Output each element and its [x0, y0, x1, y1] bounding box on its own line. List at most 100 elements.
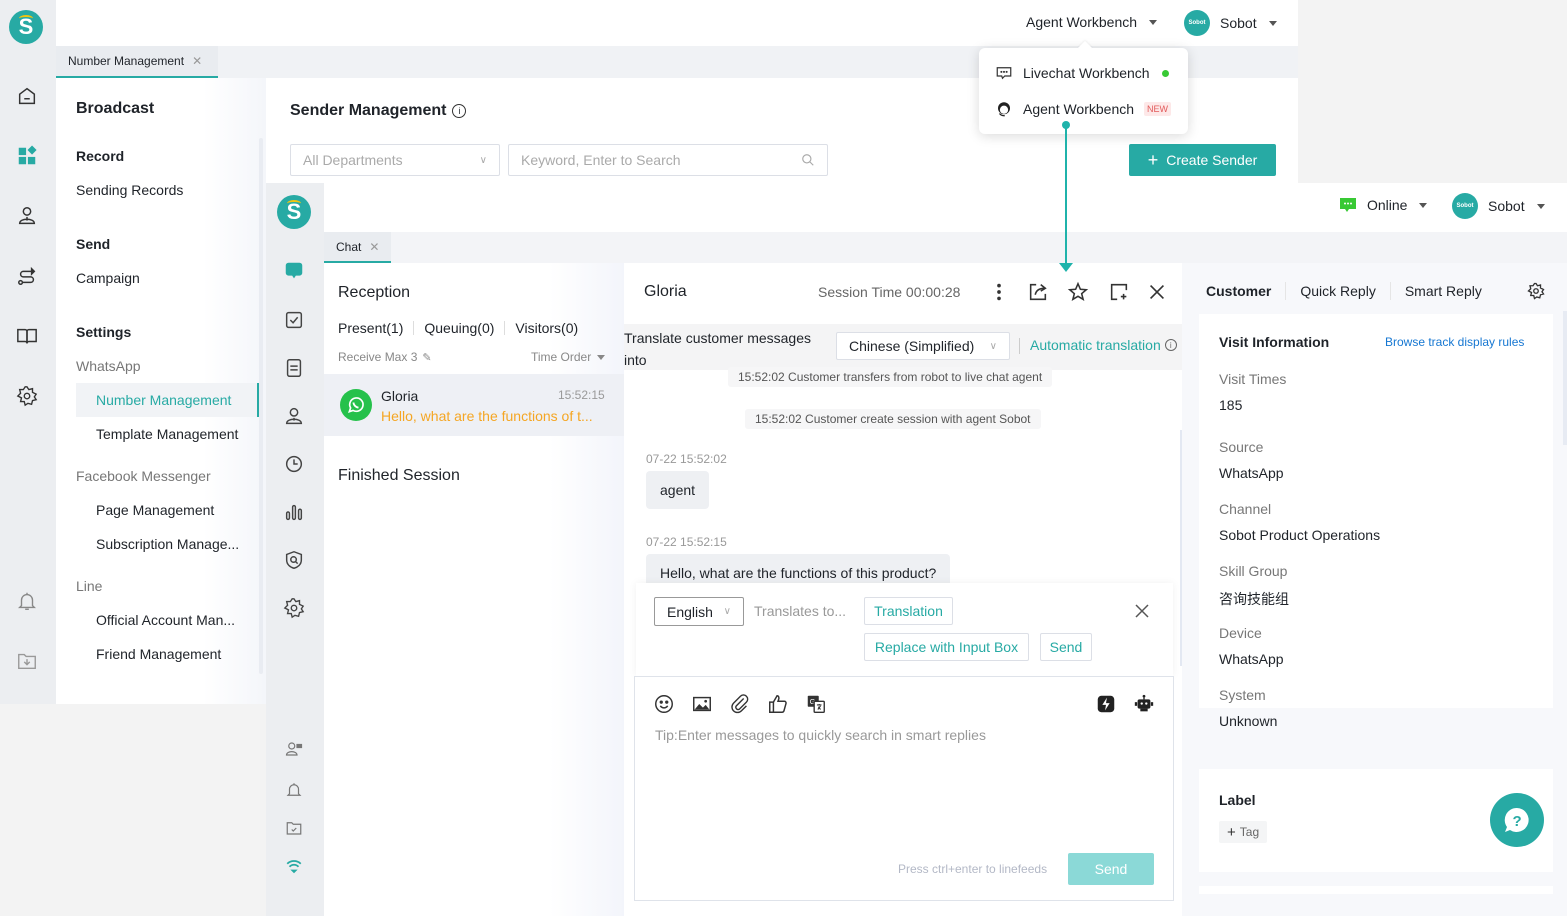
automatic-translation-toggle[interactable]: Automatic translation i	[1030, 337, 1177, 353]
folder-check-icon[interactable]	[285, 819, 303, 837]
send-button[interactable]: Send	[1068, 853, 1154, 885]
translate-target-value: Chinese (Simplified)	[849, 338, 975, 354]
tab-number-management[interactable]: Number Management ✕	[56, 46, 218, 78]
star-icon[interactable]	[1067, 281, 1089, 303]
tab-queuing[interactable]: Queuing(0)	[424, 320, 494, 336]
session-customer-name: Gloria	[381, 388, 419, 404]
bell-icon[interactable]	[16, 590, 38, 612]
sidebar-title: Broadcast	[76, 100, 155, 117]
divider	[504, 321, 506, 335]
tab-customer[interactable]: Customer	[1206, 283, 1271, 299]
stats-bar-icon[interactable]	[283, 501, 305, 523]
bell-icon[interactable]	[285, 781, 303, 799]
sidebar-scrollbar[interactable]	[259, 138, 263, 674]
session-time: 15:52:15	[558, 388, 605, 402]
reception-tabs: Present(1) Queuing(0) Visitors(0)	[338, 320, 578, 336]
sidebar-item-official-account[interactable]: Official Account Man...	[76, 603, 260, 637]
translation-send-button[interactable]: Send	[1040, 633, 1092, 661]
close-icon[interactable]: ✕	[369, 240, 379, 254]
composer-input[interactable]: Tip:Enter messages to quickly search in …	[655, 727, 986, 743]
attachment-paperclip-icon[interactable]	[729, 693, 751, 715]
user-menu[interactable]: Sobot Sobot	[1452, 193, 1545, 219]
time-order-dropdown[interactable]: Time Order	[531, 350, 606, 364]
search-input[interactable]: Keyword, Enter to Search	[508, 144, 828, 176]
help-chat-button[interactable]: ?	[1490, 793, 1544, 847]
replace-input-box-button[interactable]: Replace with Input Box	[864, 633, 1029, 661]
tab-present[interactable]: Present(1)	[338, 320, 403, 336]
network-wifi-icon[interactable]	[285, 857, 303, 875]
app-logo[interactable]: S	[277, 195, 311, 229]
book-icon[interactable]	[16, 325, 38, 347]
settings-icon[interactable]	[283, 597, 305, 619]
info-icon[interactable]: i	[452, 104, 467, 118]
sidebar-group-whatsapp: WhatsApp	[76, 358, 141, 374]
quality-shield-icon[interactable]	[283, 549, 305, 571]
history-clock-icon[interactable]	[283, 453, 305, 475]
browse-track-rules-link[interactable]: Browse track display rules	[1385, 335, 1524, 349]
chat-icon[interactable]	[283, 260, 305, 282]
field-value: WhatsApp	[1219, 651, 1284, 667]
apps-icon[interactable]	[16, 145, 38, 167]
customer-icon[interactable]	[283, 405, 305, 427]
agent-status-icon[interactable]	[285, 740, 303, 758]
sidebar-item-sending-records[interactable]: Sending Records	[76, 182, 183, 198]
emoji-icon[interactable]	[653, 693, 675, 715]
side-panel-scrollbar[interactable]	[1563, 311, 1567, 445]
close-icon[interactable]	[1146, 281, 1168, 303]
contacts-icon[interactable]	[16, 205, 38, 227]
home-icon[interactable]	[16, 85, 38, 107]
quick-reply-lightning-icon[interactable]	[1095, 693, 1117, 715]
chevron-down-icon: ∨	[989, 340, 997, 352]
tab-quick-reply[interactable]: Quick Reply	[1300, 283, 1375, 299]
chevron-down-icon: ∨	[723, 606, 731, 617]
receive-max-setting[interactable]: Receive Max 3 ✎	[338, 350, 432, 364]
menu-item-agent-workbench[interactable]: Agent Workbench NEW	[995, 100, 1172, 118]
task-check-icon[interactable]	[283, 309, 305, 331]
chat-customer-name: Gloria	[644, 283, 687, 300]
sidebar-item-template-management[interactable]: Template Management	[76, 417, 260, 451]
sidebar-item-campaign[interactable]: Campaign	[76, 270, 140, 286]
finished-session-title[interactable]: Finished Session	[338, 467, 460, 485]
translate-target-select[interactable]: Chinese (Simplified) ∨	[836, 332, 1010, 360]
download-folder-icon[interactable]	[16, 650, 38, 672]
close-icon[interactable]	[1134, 603, 1150, 619]
source-language-select[interactable]: English ∨	[654, 597, 744, 626]
image-icon[interactable]	[691, 693, 713, 715]
sidebar-item-friend-management[interactable]: Friend Management	[76, 637, 260, 671]
tab-chat[interactable]: Chat ✕	[324, 232, 391, 263]
help-question-icon: ?	[1504, 807, 1529, 832]
translate-icon[interactable]: G	[805, 693, 827, 715]
menu-item-livechat-workbench[interactable]: Livechat Workbench	[995, 64, 1169, 82]
user-menu[interactable]: Sobot Sobot	[1184, 10, 1277, 36]
app-logo[interactable]: S	[9, 10, 43, 44]
transfer-share-icon[interactable]	[1027, 281, 1049, 303]
field-label: Source	[1219, 439, 1264, 455]
add-ticket-icon[interactable]	[1108, 281, 1130, 303]
department-select[interactable]: All Departments ∨	[290, 144, 500, 176]
thumbs-up-evaluation-icon[interactable]	[767, 693, 789, 715]
settings-icon[interactable]	[16, 385, 38, 407]
more-vertical-icon[interactable]	[988, 281, 1010, 303]
add-tag-button[interactable]: + Tag	[1219, 821, 1268, 843]
workspace-switcher[interactable]: Agent Workbench	[1026, 14, 1158, 30]
caret-down-icon	[1536, 203, 1545, 209]
tab-smart-reply[interactable]: Smart Reply	[1405, 283, 1482, 299]
sidebar-item-subscription-management[interactable]: Subscription Manage...	[76, 527, 260, 561]
sidebar-item-page-management[interactable]: Page Management	[76, 493, 260, 527]
route-icon[interactable]	[16, 265, 38, 287]
translation-panel: English ∨ Translates to... Translation R…	[636, 583, 1173, 676]
create-sender-button[interactable]: + Create Sender	[1129, 144, 1276, 176]
session-list-item[interactable]: Gloria 15:52:15 Hello, what are the func…	[324, 374, 624, 436]
ticket-icon[interactable]	[283, 357, 305, 379]
translation-button[interactable]: Translation	[864, 597, 953, 625]
settings-icon[interactable]	[1527, 282, 1545, 300]
tab-visitors[interactable]: Visitors(0)	[515, 320, 578, 336]
livechat-icon	[996, 67, 1012, 80]
user-name: Sobot	[1488, 198, 1525, 214]
sidebar-item-number-management[interactable]: Number Management	[76, 383, 260, 417]
info-icon[interactable]: i	[1164, 339, 1177, 351]
field-value: WhatsApp	[1219, 465, 1284, 481]
close-icon[interactable]: ✕	[192, 54, 202, 68]
robot-assistant-icon[interactable]	[1133, 693, 1155, 715]
online-status-dropdown[interactable]: Online	[1339, 197, 1428, 213]
